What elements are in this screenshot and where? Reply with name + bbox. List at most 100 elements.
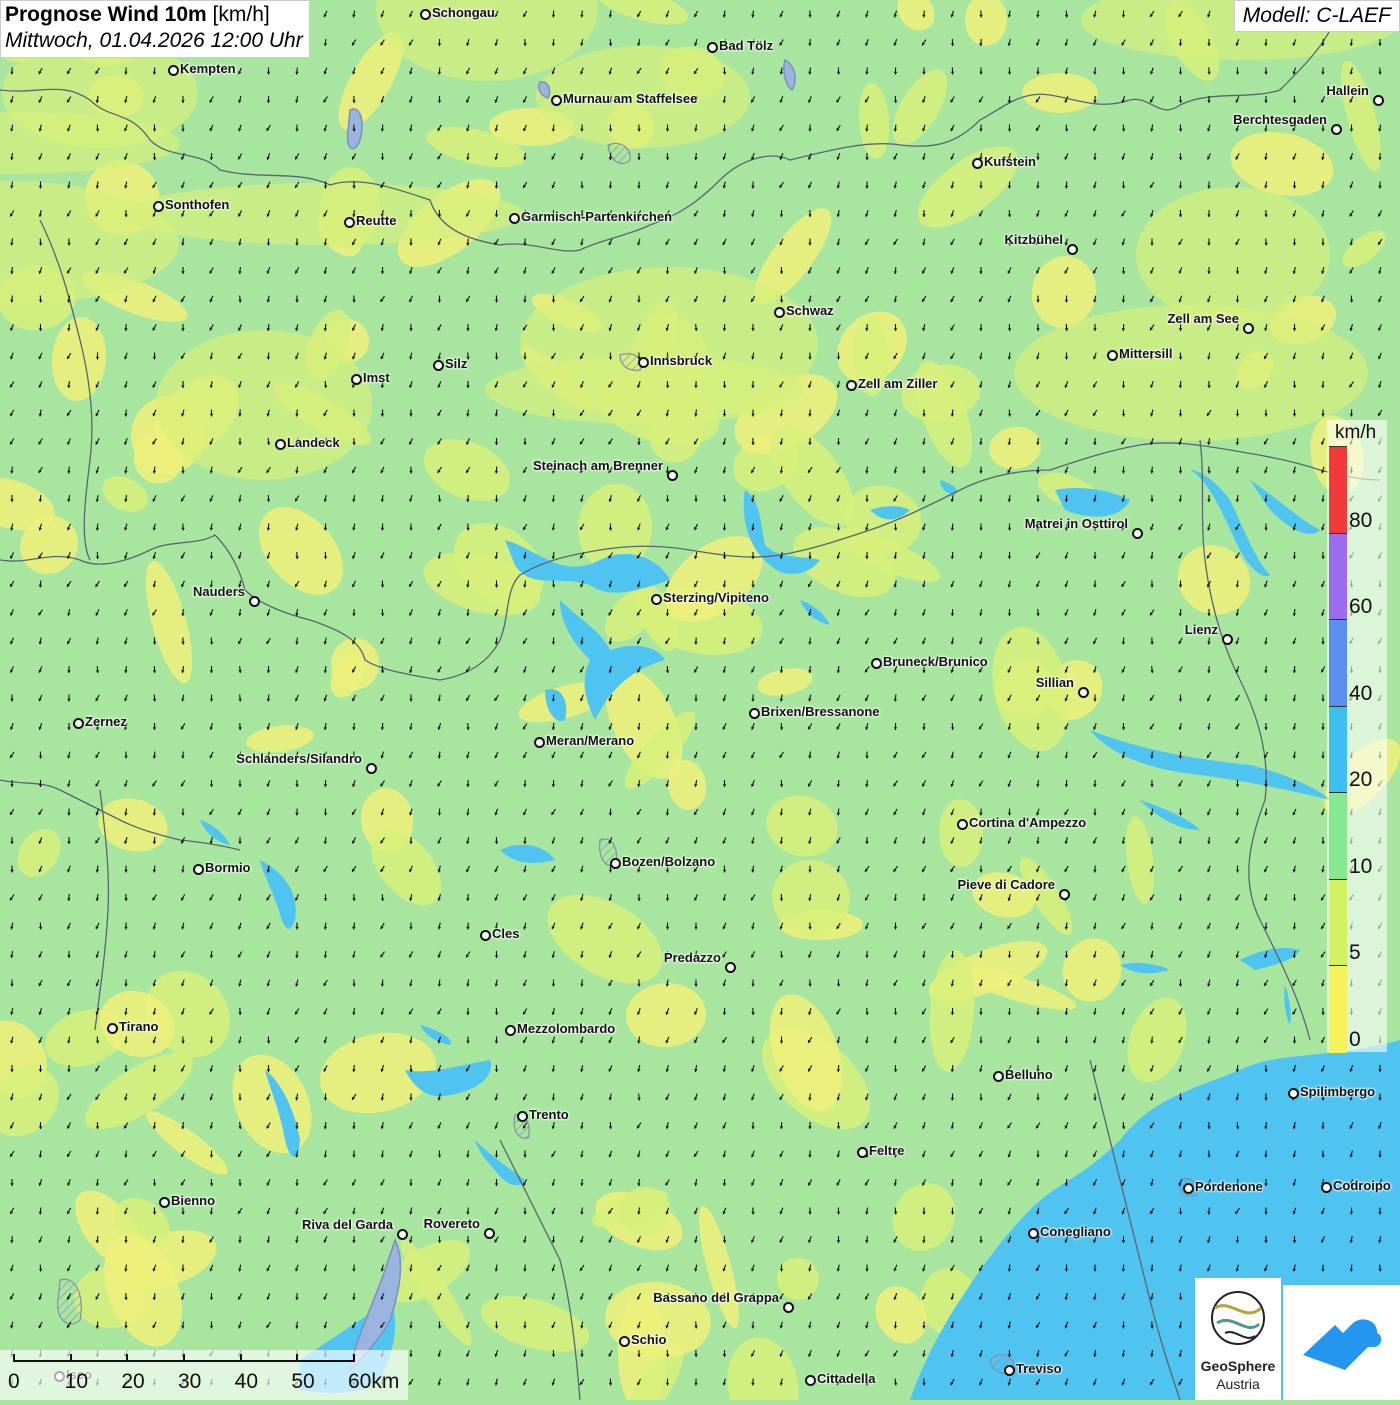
city-marker [193, 864, 204, 875]
legend-color-bin [1329, 792, 1347, 880]
scale-tick [13, 1354, 15, 1362]
legend-color-bin [1329, 706, 1347, 794]
legend-tick-label: 0 [1349, 1028, 1361, 1052]
city-marker [725, 962, 736, 973]
city-label: Sterzing/Vipiteno [663, 590, 769, 605]
city-marker [344, 217, 355, 228]
city-label: Kempten [180, 61, 236, 76]
city-marker [972, 158, 983, 169]
city-marker [517, 1111, 528, 1122]
city-marker [1078, 687, 1089, 698]
city-marker [420, 9, 431, 20]
city-label: Zernez [85, 714, 127, 729]
city-marker [993, 1071, 1004, 1082]
city-marker [366, 763, 377, 774]
scale-label: 0 [8, 1370, 20, 1394]
city-label: Bruneck/Brunico [883, 654, 988, 669]
city-label: Rovereto [424, 1216, 480, 1231]
legend-tick-label: 10 [1349, 855, 1372, 879]
city-label: Reutte [356, 213, 396, 228]
city-marker [871, 658, 882, 669]
city-marker [159, 1197, 170, 1208]
city-label: Imst [363, 370, 390, 385]
city-label: Bad Tölz [719, 38, 773, 53]
city-label: Cittadella [817, 1371, 876, 1386]
city-marker [1132, 528, 1143, 539]
scale-tick [353, 1354, 355, 1362]
city-label: Silz [445, 356, 467, 371]
city-label: Brixen/Bressanone [761, 704, 880, 719]
city-label: Pieve di Cadore [957, 877, 1055, 892]
forecast-datetime: Mittwoch, 01.04.2026 12:00 Uhr [5, 29, 303, 53]
city-marker [774, 307, 785, 318]
legend-tick-label: 80 [1349, 509, 1372, 533]
city-marker [1331, 124, 1342, 135]
city-label: Mezzolombardo [517, 1021, 615, 1036]
city-label: Sonthofen [165, 197, 229, 212]
city-marker [1067, 244, 1078, 255]
scale-label: 10 [65, 1370, 88, 1394]
city-label: Zell am See [1167, 311, 1239, 326]
city-label: Matrei in Osttirol [1025, 516, 1128, 531]
logo-line1: GeoSphere [1195, 1358, 1281, 1374]
legend-tick-label: 60 [1349, 595, 1372, 619]
city-label: Garmisch-Partenkirchen [521, 209, 672, 224]
city-marker [73, 718, 84, 729]
city-label: Hallein [1326, 83, 1369, 98]
map-title: Prognose Wind 10m [km/h] [5, 3, 303, 27]
color-legend: km/h 806040201050 [1327, 420, 1387, 1052]
city-label: Schwaz [786, 303, 834, 318]
city-marker [551, 95, 562, 106]
city-marker [1028, 1228, 1039, 1239]
city-label: Zell am Ziller [858, 376, 937, 391]
city-label: Conegliano [1040, 1224, 1111, 1239]
city-marker [484, 1228, 495, 1239]
city-label: Steinach am Brenner [533, 458, 663, 473]
city-label: Codroipo [1333, 1178, 1391, 1193]
city-label: Cortina d'Ampezzo [969, 815, 1086, 830]
legend-color-bin [1329, 879, 1347, 967]
city-label: Spilimbergo [1300, 1084, 1375, 1099]
scale-bar: 0102030405060km [0, 1350, 408, 1400]
title-unit: [km/h] [213, 3, 270, 26]
city-marker [667, 470, 678, 481]
model-label: Modell: C-LAEF [1234, 0, 1400, 32]
title-box: Prognose Wind 10m [km/h] Mittwoch, 01.04… [0, 0, 310, 58]
city-marker [534, 737, 545, 748]
calm-wind-patch [1022, 73, 1098, 113]
city-marker [610, 858, 621, 869]
city-label: Treviso [1016, 1361, 1062, 1376]
city-marker [1288, 1088, 1299, 1099]
city-marker [857, 1147, 868, 1158]
city-label: Lienz [1185, 622, 1218, 637]
city-marker [249, 596, 260, 607]
city-label: Cles [492, 926, 519, 941]
app-logo[interactable] [1283, 1285, 1400, 1400]
city-marker [1373, 95, 1384, 106]
city-label: Mittersill [1119, 346, 1172, 361]
city-label: Schongau [432, 5, 495, 20]
scale-label: 60km [348, 1370, 399, 1394]
city-marker [957, 819, 968, 830]
title-main: Prognose Wind 10m [5, 3, 207, 26]
city-label: Innsbruck [650, 353, 712, 368]
city-marker [619, 1336, 630, 1347]
city-label: Trento [529, 1107, 569, 1122]
scale-tick [296, 1354, 298, 1362]
city-marker [153, 201, 164, 212]
logo-line2: Austria [1195, 1376, 1281, 1392]
scale-label: 20 [121, 1370, 144, 1394]
city-marker [1321, 1182, 1332, 1193]
city-label: Feltre [869, 1143, 904, 1158]
city-marker [505, 1025, 516, 1036]
city-label: Bassano del Grappa [653, 1290, 779, 1305]
light-wind-band [156, 330, 372, 480]
city-marker [846, 380, 857, 391]
city-marker [1222, 634, 1233, 645]
city-marker [433, 360, 444, 371]
legend-color-bin [1329, 619, 1347, 707]
city-marker [397, 1229, 408, 1240]
city-marker [707, 42, 718, 53]
city-label: Landeck [287, 435, 340, 450]
legend-color-bin [1329, 533, 1347, 621]
